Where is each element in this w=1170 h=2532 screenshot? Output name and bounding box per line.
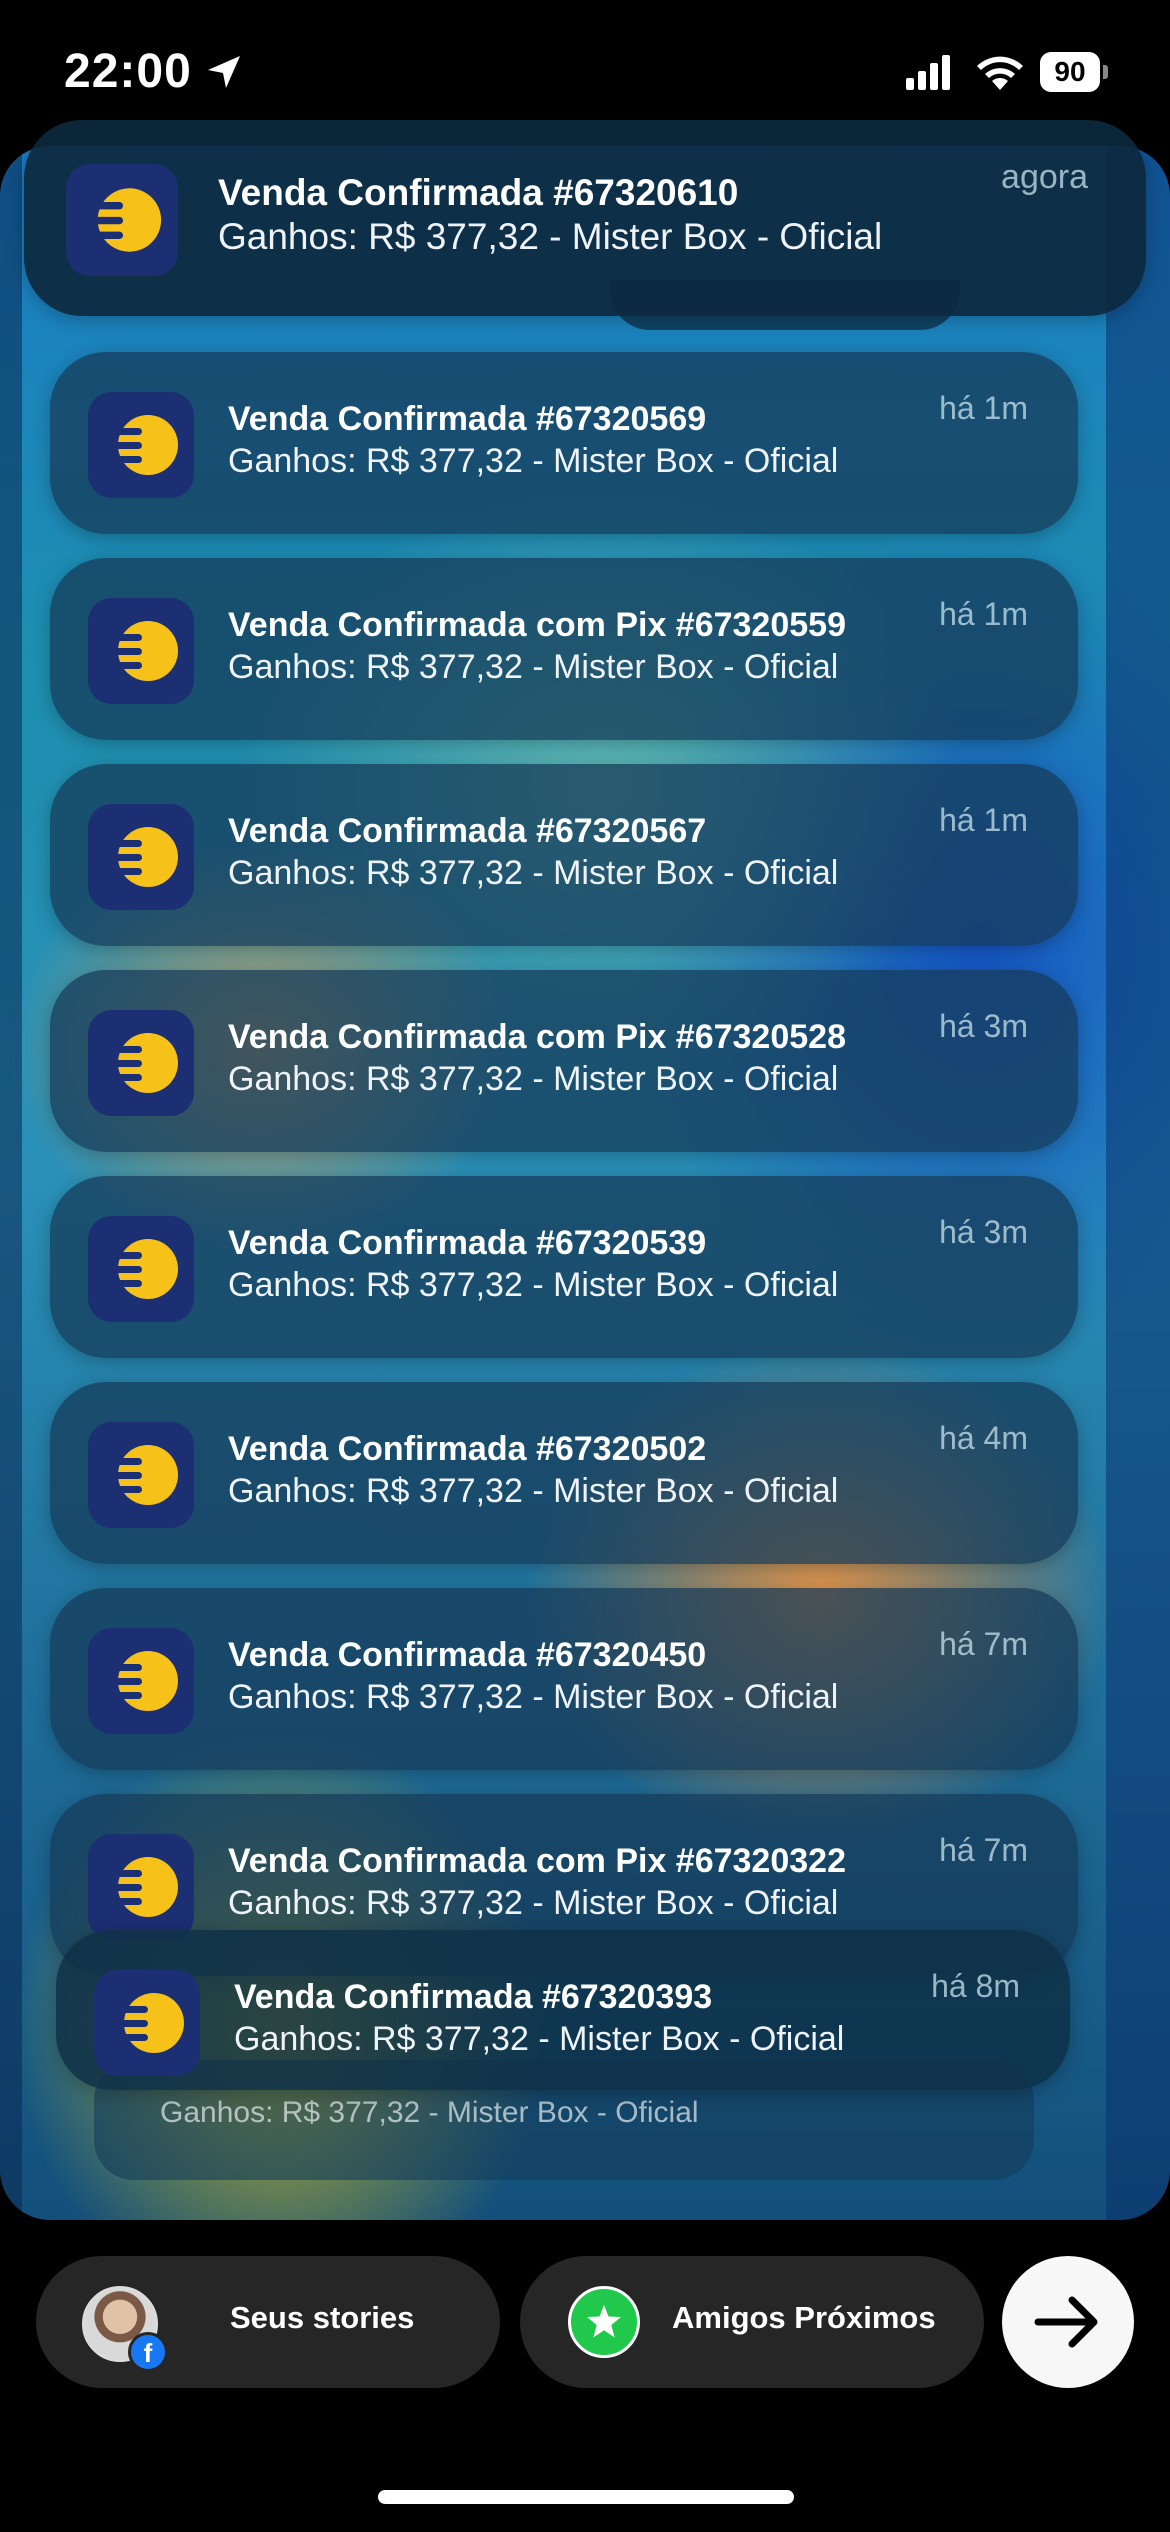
notification-body: Ganhos: R$ 377,32 - Mister Box - Oficial — [228, 1884, 839, 1922]
wifi-icon — [977, 56, 1023, 90]
notification-time: há 1m — [939, 596, 1028, 632]
app-logo-icon — [88, 804, 194, 910]
notification-time: há 8m — [931, 1968, 1020, 2004]
notification-body: Ganhos: R$ 377,32 - Mister Box - Oficial — [228, 442, 839, 480]
notification-title: Venda Confirmada #67320610 — [218, 172, 739, 213]
app-logo-icon — [88, 598, 194, 704]
cellular-signal-icon — [906, 55, 950, 90]
home-indicator[interactable] — [378, 2490, 794, 2504]
notification-card[interactable]: Venda Confirmada com Pix #67320528 Ganhos… — [50, 970, 1078, 1152]
notification-card[interactable]: Venda Confirmada #67320610 Ganhos: R$ 377… — [24, 120, 1146, 316]
notification-body: Ganhos: R$ 377,32 - Mister Box - Oficial — [218, 216, 883, 257]
notification-time: há 7m — [939, 1832, 1028, 1868]
arrow-right-icon — [1034, 2296, 1098, 2348]
close-friends-button[interactable]: Amigos Próximos — [520, 2256, 984, 2388]
notification-title: Venda Confirmada #67320539 — [228, 1224, 707, 1262]
app-logo-icon — [88, 1834, 194, 1940]
app-logo-icon — [88, 392, 194, 498]
app-logo-icon — [66, 164, 178, 276]
notification-card[interactable]: Venda Confirmada com Pix #67320559 Ganhos… — [50, 558, 1078, 740]
your-stories-label: Seus stories — [230, 2300, 415, 2335]
notification-time: há 3m — [939, 1214, 1028, 1250]
notification-title: Venda Confirmada com Pix #67320528 — [228, 1018, 846, 1056]
notification-body: Ganhos: R$ 377,32 - Mister Box - Oficial — [228, 648, 839, 686]
status-bar: 22:00 90 — [0, 0, 1170, 140]
app-logo-icon — [94, 1970, 200, 2076]
notification-time: há 1m — [939, 390, 1028, 426]
notification-title: Venda Confirmada #67320569 — [228, 400, 707, 438]
battery-level: 90 — [1054, 56, 1086, 87]
notification-body: Ganhos: R$ 377,32 - Mister Box - Oficial — [228, 854, 839, 892]
notification-time: agora — [1001, 158, 1088, 196]
notification-title: Venda Confirmada #67320502 — [228, 1430, 707, 1468]
battery-icon: 90 — [1040, 52, 1108, 92]
notification-body: Ganhos: R$ 377,32 - Mister Box - Oficial — [228, 1678, 839, 1716]
close-friends-label: Amigos Próximos — [672, 2300, 936, 2335]
notification-title: Venda Confirmada #67320393 — [234, 1978, 713, 2016]
notification-card[interactable]: Venda Confirmada #67320569 Ganhos: R$ 377… — [50, 352, 1078, 534]
notification-body: Ganhos: R$ 377,32 - Mister Box - Oficial — [228, 1472, 839, 1510]
notification-title: Venda Confirmada com Pix #67320322 — [228, 1842, 846, 1880]
notification-card[interactable]: Venda Confirmada #67320393 Ganhos: R$ 377… — [56, 1930, 1070, 2090]
notification-title: Venda Confirmada #67320450 — [228, 1636, 707, 1674]
notification-title: Venda Confirmada com Pix #67320559 — [228, 606, 846, 644]
location-arrow-icon — [208, 56, 240, 88]
notification-title: Venda Confirmada #67320567 — [228, 812, 707, 850]
notification-time: há 4m — [939, 1420, 1028, 1456]
send-arrow-button[interactable] — [1002, 2256, 1134, 2388]
app-logo-icon — [88, 1010, 194, 1116]
facebook-icon: f — [128, 2332, 168, 2372]
notification-body: Ganhos: R$ 377,32 - Mister Box - Oficial — [228, 1266, 839, 1304]
ghost-notification-body: Ganhos: R$ 377,32 - Mister Box - Oficial — [160, 2096, 699, 2129]
notification-card[interactable]: Venda Confirmada #67320450 Ganhos: R$ 377… — [50, 1588, 1078, 1770]
notification-time: há 1m — [939, 802, 1028, 838]
app-logo-icon — [88, 1216, 194, 1322]
notification-time: há 3m — [939, 1008, 1028, 1044]
notification-body: Ganhos: R$ 377,32 - Mister Box - Oficial — [228, 1060, 839, 1098]
app-logo-icon — [88, 1628, 194, 1734]
your-stories-button[interactable]: f Seus stories — [36, 2256, 500, 2388]
notification-card[interactable]: Venda Confirmada #67320567 Ganhos: R$ 377… — [50, 764, 1078, 946]
notification-card[interactable]: Venda Confirmada #67320539 Ganhos: R$ 377… — [50, 1176, 1078, 1358]
status-time: 22:00 — [64, 45, 192, 98]
star-icon — [568, 2286, 640, 2358]
app-logo-icon — [88, 1422, 194, 1528]
notification-body: Ganhos: R$ 377,32 - Mister Box - Oficial — [234, 2020, 845, 2058]
notification-card[interactable]: Venda Confirmada #67320502 Ganhos: R$ 377… — [50, 1382, 1078, 1564]
notification-time: há 7m — [939, 1626, 1028, 1662]
